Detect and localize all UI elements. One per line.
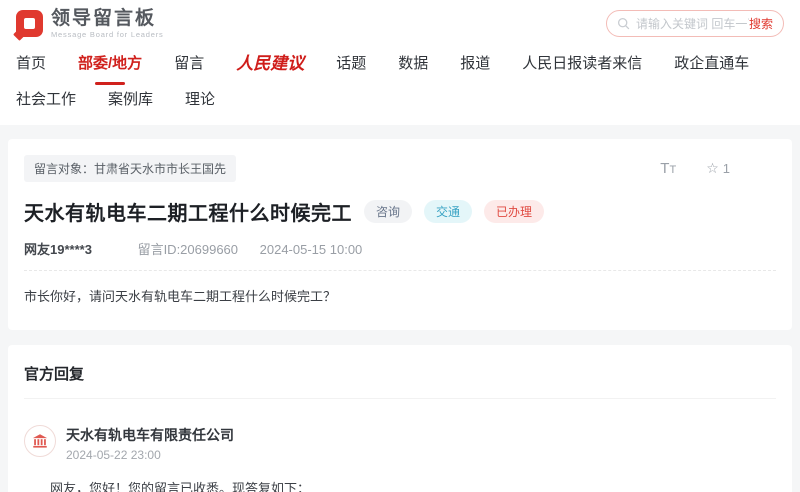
search-icon [617,17,630,30]
nav-item-people-suggestions[interactable]: 人民建议 [236,49,304,79]
message-card: 留言对象：甘肃省天水市市长王国先 TT ☆ 1 天水有轨电车二期工程什么时候完工… [8,139,792,330]
message-date: 2024-05-15 10:00 [260,242,363,257]
star-icon: ☆ [706,160,719,177]
logo-speech-bubble-icon [16,10,43,37]
nav-item-theory[interactable]: 理论 [185,85,215,115]
tag-domain: 交通 [424,200,472,223]
institution-building-icon [31,432,49,450]
reply-org-name: 天水有轨电车有限责任公司 [66,425,234,445]
org-avatar [24,425,56,457]
message-title: 天水有轨电车二期工程什么时候完工 [24,197,352,226]
search-input[interactable] [636,17,749,31]
reply-body: 网友，您好！您的留言已收悉。现答复如下： 根据目前进度计划安排，有轨电车部分分阶… [50,478,776,492]
message-id: 留言ID:20699660 [138,242,238,257]
message-author: 网友19****3 [24,242,92,257]
search-box[interactable]: 搜索 [606,10,784,37]
reply-paragraph-1: 网友，您好！您的留言已收悉。现答复如下： [50,478,776,492]
nav-item-case-library[interactable]: 案例库 [108,85,153,115]
nav-item-reports[interactable]: 报道 [460,49,490,79]
font-size-icon[interactable]: TT [660,161,676,177]
top-header: 领导留言板 Message Board for Leaders 搜索 [0,0,800,47]
message-target-tag: 留言对象：甘肃省天水市市长王国先 [24,155,236,182]
reply-section-title: 官方回复 [24,363,776,399]
nav-item-home[interactable]: 首页 [16,49,46,79]
nav-item-social-work[interactable]: 社会工作 [16,85,76,115]
nav-item-data[interactable]: 数据 [398,49,428,79]
official-reply-card: 官方回复 天水有轨电车有限责任公司 2024-05-22 23:00 网友，您好… [8,345,792,492]
search-button[interactable]: 搜索 [749,15,773,32]
reply-item: 天水有轨电车有限责任公司 2024-05-22 23:00 网友，您好！您的留言… [24,425,776,492]
nav-item-topics[interactable]: 话题 [336,49,366,79]
nav-item-ministries-local[interactable]: 部委/地方 [78,49,142,79]
nav-item-messages[interactable]: 留言 [174,49,204,79]
nav-item-gov-enterprise[interactable]: 政企直通车 [674,49,749,79]
site-logo[interactable]: 领导留言板 Message Board for Leaders [16,9,164,39]
favorite-count: 1 [723,161,730,176]
site-title: 领导留言板 [51,9,164,28]
reply-date: 2024-05-22 23:00 [66,448,234,462]
tag-category: 咨询 [364,200,412,223]
favorite-button[interactable]: ☆ 1 [706,160,730,177]
message-body: 市长你好，请问天水有轨电车二期工程什么时候完工？ [24,286,776,308]
nav-item-reader-letters[interactable]: 人民日报读者来信 [522,49,642,79]
site-subtitle: Message Board for Leaders [51,30,164,39]
message-meta: 网友19****3 留言ID:20699660 2024-05-15 10:00 [24,239,776,271]
tag-status: 已办理 [484,200,544,223]
main-nav: 首页 部委/地方 留言 人民建议 话题 数据 报道 人民日报读者来信 政企直通车… [0,47,800,125]
